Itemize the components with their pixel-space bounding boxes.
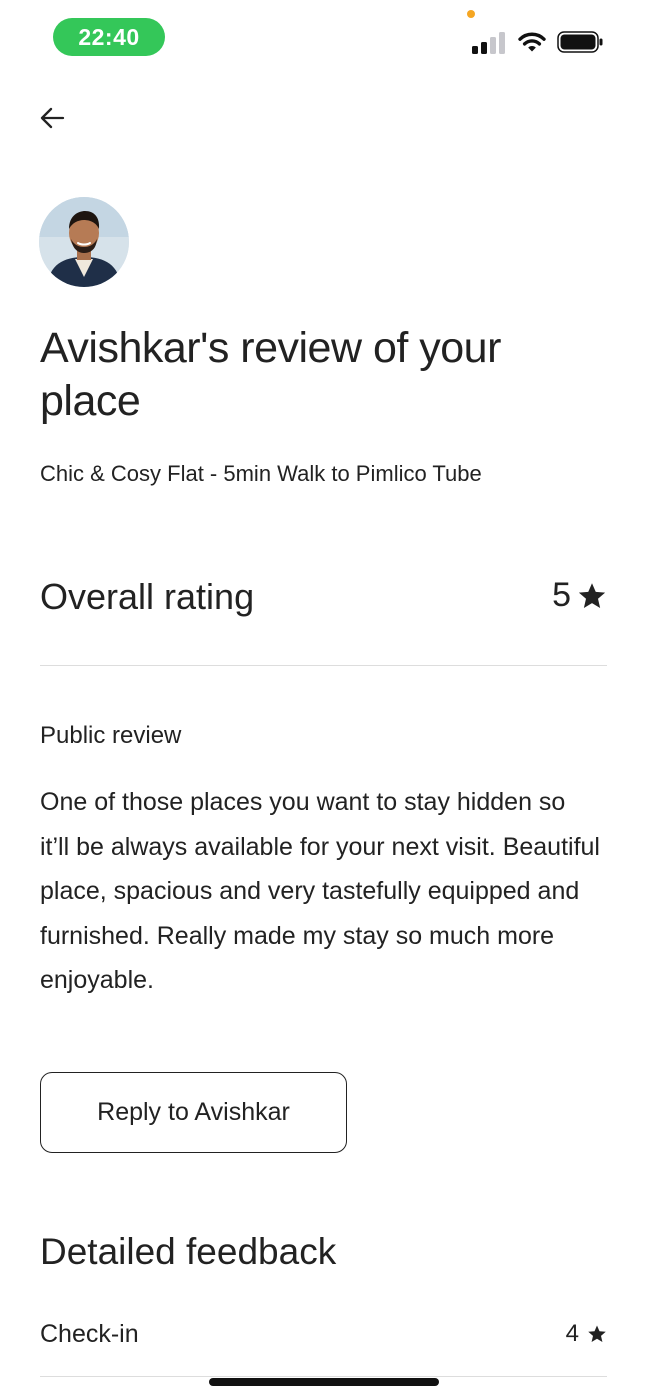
overall-rating-number: 5 <box>552 576 571 614</box>
review-screen: 22:40 Avishkar's review of your place Ch… <box>0 0 647 1400</box>
back-arrow-icon <box>40 107 65 129</box>
status-time: 22:40 <box>78 23 140 50</box>
reply-button[interactable]: Reply to Avishkar <box>40 1072 347 1153</box>
listing-name: Chic & Cosy Flat - 5min Walk to Pimlico … <box>40 461 482 486</box>
privacy-indicator-dot <box>467 10 475 18</box>
battery-icon <box>557 31 603 53</box>
overall-rating-label: Overall rating <box>40 576 255 617</box>
feedback-rating-number: 4 <box>565 1320 579 1347</box>
star-icon <box>578 582 606 608</box>
overall-rating-row: Overall rating 5 <box>40 576 607 626</box>
divider <box>40 1376 607 1377</box>
feedback-value: 4 <box>566 1320 607 1348</box>
divider <box>40 665 607 666</box>
cellular-signal-icon <box>472 32 505 54</box>
overall-rating-value: 5 <box>552 576 607 615</box>
detailed-feedback-title: Detailed feedback <box>40 1231 337 1272</box>
page-title: Avishkar's review of your place <box>40 324 501 425</box>
reviewer-avatar[interactable] <box>39 197 129 287</box>
star-icon <box>588 1325 606 1342</box>
feedback-label: Check-in <box>40 1320 139 1348</box>
back-button[interactable] <box>34 100 70 136</box>
home-indicator[interactable] <box>209 1378 439 1386</box>
feedback-row-check-in: Check-in 4 <box>40 1320 607 1354</box>
wifi-icon <box>518 32 546 52</box>
public-review-label: Public review <box>40 722 182 749</box>
reviewer-photo <box>39 197 129 287</box>
public-review-text: One of those places you want to stay hid… <box>40 788 600 994</box>
status-time-pill: 22:40 <box>53 18 165 56</box>
